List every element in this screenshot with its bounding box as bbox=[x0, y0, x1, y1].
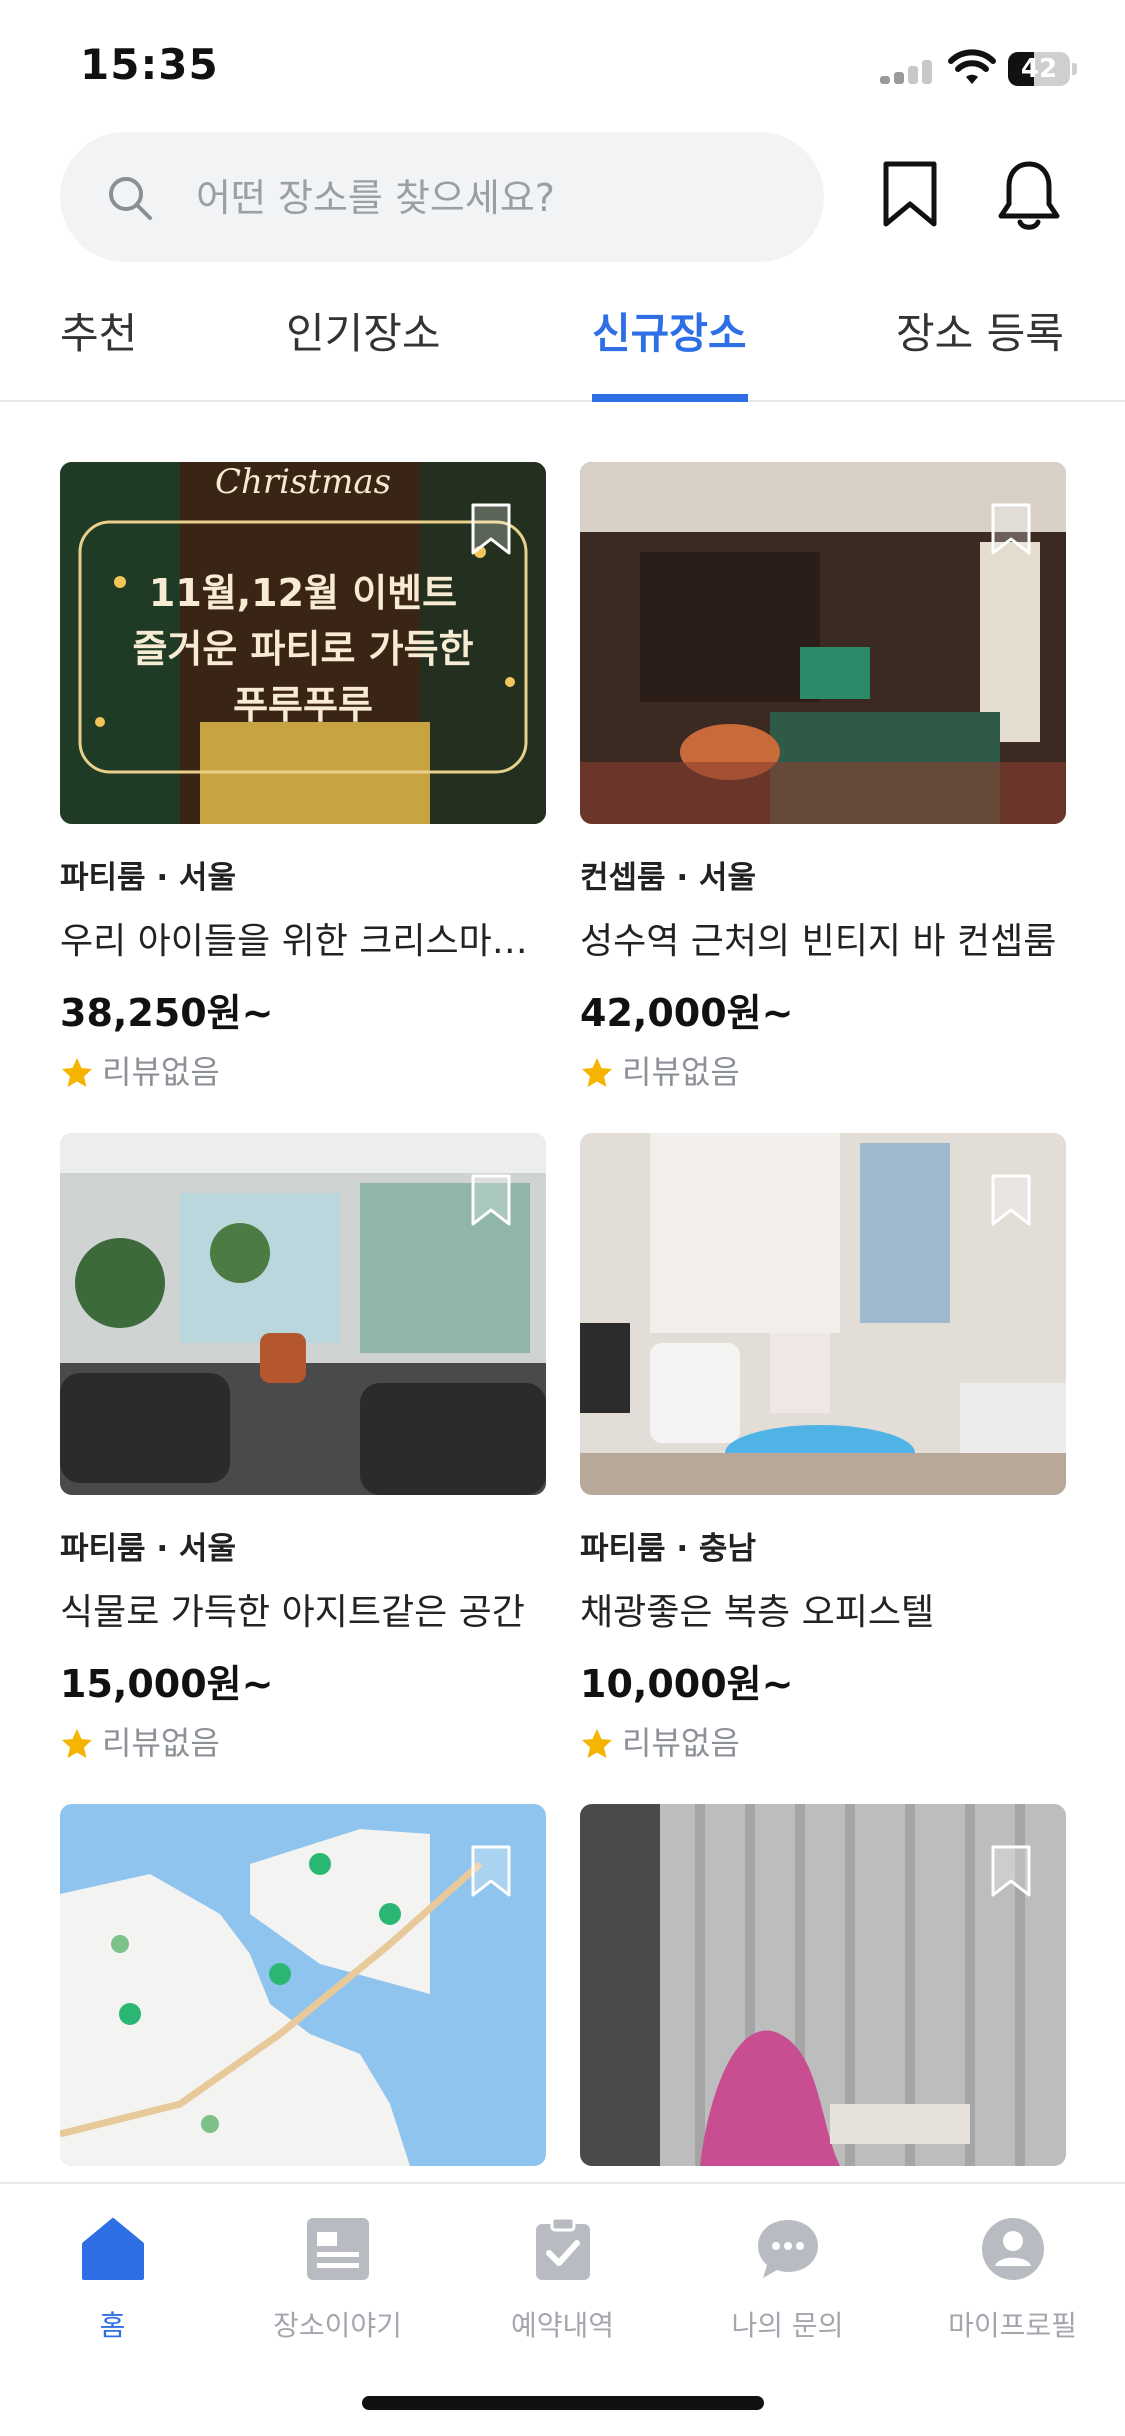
place-price: 15,000원~ bbox=[60, 1662, 274, 1706]
cellular-signal-icon bbox=[880, 58, 934, 84]
place-image bbox=[580, 462, 1066, 824]
star-icon bbox=[62, 1058, 92, 1087]
story-icon bbox=[307, 2218, 369, 2280]
card-bookmark-icon[interactable] bbox=[470, 502, 512, 556]
bell-icon[interactable] bbox=[994, 158, 1064, 234]
card-bookmark-icon[interactable] bbox=[990, 1844, 1032, 1898]
place-title: 성수역 근처의 빈티지 바 컨셉룸 bbox=[580, 921, 1057, 962]
nav-place-story[interactable]: 장소이야기 bbox=[225, 2200, 450, 2342]
star-icon bbox=[582, 1058, 612, 1087]
place-image bbox=[60, 1133, 546, 1495]
place-image bbox=[580, 1804, 1066, 2166]
place-title: 우리 아이들을 위한 크리스마스 파티룸 bbox=[60, 921, 546, 962]
tab-popular[interactable]: 인기장소 bbox=[286, 304, 441, 364]
star-icon bbox=[62, 1729, 92, 1758]
search-input[interactable]: 어떤 장소를 찾으세요? bbox=[60, 132, 824, 262]
card-bookmark-icon[interactable] bbox=[470, 1173, 512, 1227]
card-bookmark-icon[interactable] bbox=[990, 502, 1032, 556]
place-title: 채광좋은 복층 오피스텔 bbox=[580, 1592, 935, 1633]
nav-home[interactable]: 홈 bbox=[0, 2200, 225, 2342]
place-title: 식물로 가득한 아지트같은 공간 bbox=[60, 1592, 525, 1633]
wifi-icon bbox=[948, 49, 996, 84]
place-price: 10,000원~ bbox=[580, 1662, 794, 1706]
profile-icon bbox=[982, 2218, 1044, 2280]
nav-my-inquiries[interactable]: 나의 문의 bbox=[675, 2200, 900, 2342]
tab-recommended[interactable]: 추천 bbox=[60, 304, 137, 364]
nav-home-label: 홈 bbox=[99, 2309, 126, 2342]
image-text-line2: 즐거운 파티로 가득한 bbox=[132, 627, 474, 671]
status-bar: 15:35 42 bbox=[0, 0, 1125, 130]
place-image bbox=[580, 1133, 1066, 1495]
battery-level: 42 bbox=[1020, 54, 1058, 84]
tab-register-place[interactable]: 장소 등록 bbox=[896, 304, 1064, 364]
nav-my-inquiries-label: 나의 문의 bbox=[731, 2309, 844, 2342]
card-bookmark-icon[interactable] bbox=[470, 1844, 512, 1898]
nav-my-profile-label: 마이프로필 bbox=[948, 2309, 1077, 2342]
place-category: 컨셉룸 · 서울 bbox=[580, 860, 756, 896]
nav-my-profile[interactable]: 마이프로필 bbox=[900, 2200, 1125, 2342]
card-bookmark-icon[interactable] bbox=[990, 1173, 1032, 1227]
nav-place-story-label: 장소이야기 bbox=[273, 2309, 402, 2342]
place-image bbox=[60, 1804, 546, 2166]
review-text: 리뷰없음 bbox=[102, 1724, 220, 1762]
place-price: 38,250원~ bbox=[60, 991, 274, 1035]
place-category: 파티룸 · 서울 bbox=[60, 1531, 236, 1567]
battery-icon: 42 bbox=[1008, 52, 1077, 86]
chat-icon bbox=[758, 2220, 818, 2278]
place-image: Christmas 11월,12월 이벤트 즐거운 파티로 가득한 푸루푸루 bbox=[60, 462, 546, 824]
place-category: 파티룸 · 서울 bbox=[60, 860, 236, 896]
review-text: 리뷰없음 bbox=[102, 1053, 220, 1091]
category-tabs: 추천 인기장소 신규장소 장소 등록 bbox=[0, 290, 1125, 402]
reservation-icon bbox=[536, 2216, 590, 2280]
image-text-line1: 11월,12월 이벤트 bbox=[148, 571, 458, 615]
image-text-line3: 푸루푸루 bbox=[233, 683, 373, 727]
status-time: 15:35 bbox=[80, 40, 219, 89]
review-text: 리뷰없음 bbox=[622, 1053, 740, 1091]
bookmark-icon[interactable] bbox=[880, 160, 940, 230]
nav-reservations[interactable]: 예약내역 bbox=[450, 2200, 675, 2342]
place-category: 파티룸 · 충남 bbox=[580, 1531, 756, 1567]
home-indicator bbox=[362, 2396, 764, 2410]
tab-new-places[interactable]: 신규장소 bbox=[592, 304, 747, 364]
image-text-script: Christmas bbox=[214, 462, 392, 502]
active-tab-indicator bbox=[592, 394, 748, 402]
place-price: 42,000원~ bbox=[580, 991, 794, 1035]
nav-reservations-label: 예약내역 bbox=[510, 2309, 615, 2342]
star-icon bbox=[582, 1729, 612, 1758]
search-placeholder: 어떤 장소를 찾으세요? bbox=[196, 176, 555, 220]
review-text: 리뷰없음 bbox=[622, 1724, 740, 1762]
home-icon bbox=[82, 2218, 144, 2280]
search-icon bbox=[109, 177, 152, 220]
